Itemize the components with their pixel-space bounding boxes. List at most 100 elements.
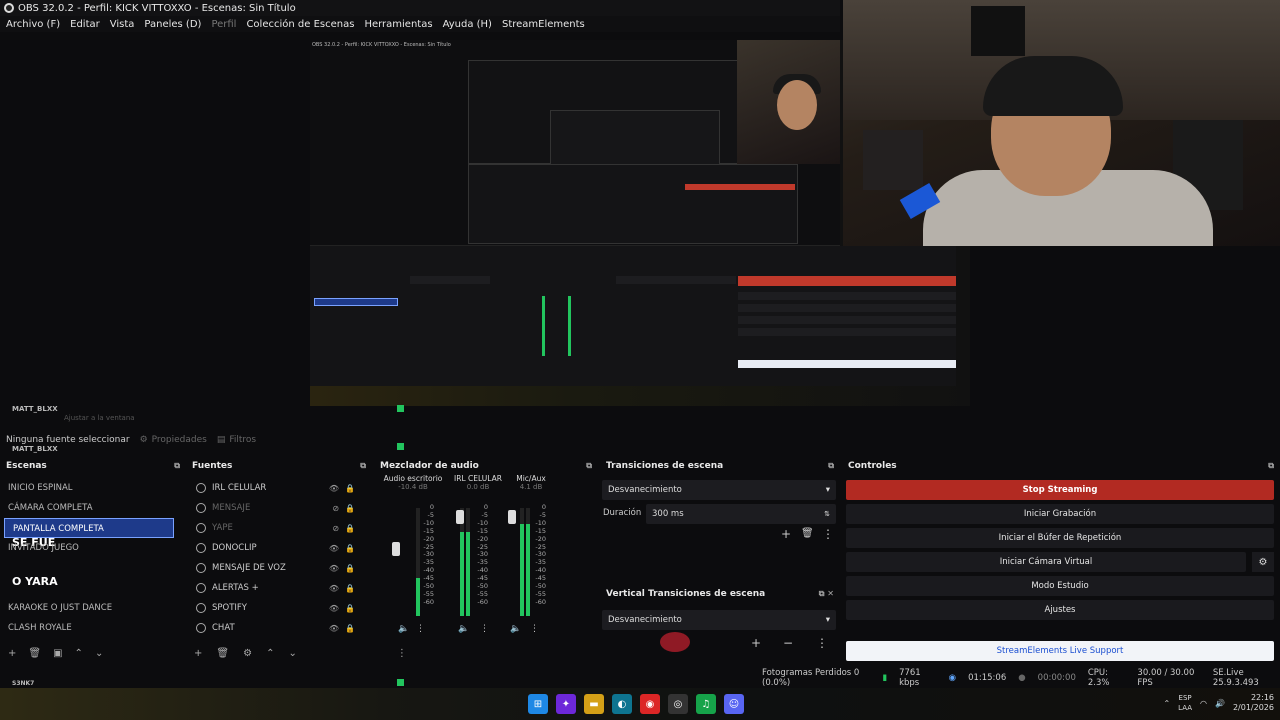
filters-button[interactable]: ▤ Filtros — [217, 435, 256, 445]
source-menu-icon[interactable]: ⋮ — [397, 648, 407, 659]
fader-irl[interactable] — [456, 510, 464, 524]
obs-icon[interactable]: ◎ — [668, 694, 688, 714]
remove-source-icon[interactable]: 🗑 — [216, 648, 229, 659]
remove-scene-icon[interactable]: 🗑 — [28, 648, 41, 659]
scene-up-icon[interactable]: ⌃ — [75, 648, 83, 659]
remove-transition-icon[interactable]: 🗑 — [801, 528, 814, 539]
fader-mic[interactable] — [508, 510, 516, 524]
live-support-button[interactable]: StreamElements Live Support — [846, 641, 1274, 661]
source-down-icon[interactable]: ⌄ — [288, 648, 296, 659]
add-vertical-transition-icon[interactable]: + — [751, 636, 761, 650]
menu-herramientas[interactable]: Herramientas — [364, 19, 432, 30]
speaker-icon[interactable]: 🔈 — [398, 624, 409, 634]
eye-icon[interactable]: 👁 — [329, 564, 339, 573]
copilot-icon[interactable]: ✦ — [556, 694, 576, 714]
menu-perfil[interactable]: Perfil — [211, 19, 236, 30]
mixer-undock-icon[interactable]: ⧉ — [586, 461, 592, 471]
add-source-icon[interactable]: + — [194, 648, 202, 659]
add-scene-icon[interactable]: + — [8, 648, 16, 659]
scene-item[interactable] — [0, 578, 180, 598]
replay-buffer-button[interactable]: Iniciar el Búfer de Repetición — [846, 528, 1274, 548]
transitions-undock-icon[interactable]: ⧉ — [828, 461, 834, 471]
source-up-icon[interactable]: ⌃ — [266, 648, 274, 659]
windows-start-icon[interactable]: ⊞ — [528, 694, 548, 714]
virtual-camera-button[interactable]: Iniciar Cámara Virtual — [846, 552, 1246, 572]
scene-item-selected[interactable]: PANTALLA COMPLETA — [4, 518, 174, 538]
duration-input[interactable]: 300 ms ⇅ — [646, 504, 836, 524]
source-item[interactable]: MENSAJE ⊘ 🔒 — [190, 498, 365, 518]
vertical-transition-menu-icon[interactable]: ⋮ — [816, 636, 828, 650]
stop-streaming-button[interactable]: Stop Streaming — [846, 480, 1274, 500]
chevron-up-icon[interactable]: ⌃ — [1163, 699, 1170, 708]
remove-vertical-transition-icon[interactable]: − — [783, 636, 793, 650]
scene-filters-icon[interactable]: ▣ — [53, 648, 62, 659]
scenes-undock-icon[interactable]: ⧉ — [174, 461, 180, 471]
source-item[interactable]: IRL CELULAR 👁 🔒 — [190, 478, 365, 498]
lock-icon[interactable]: 🔒 — [345, 504, 355, 513]
channel-menu-icon[interactable]: ⋮ — [480, 624, 489, 634]
channel-menu-icon[interactable]: ⋮ — [416, 624, 425, 634]
source-item[interactable]: ALERTAS + 👁 🔒 — [190, 578, 365, 598]
fader-desktop[interactable] — [392, 542, 400, 556]
lock-icon[interactable]: 🔒 — [345, 584, 355, 593]
spotify-icon[interactable]: ♫ — [696, 694, 716, 714]
vertical-transitions-close-icon[interactable]: ⧉ ✕ — [819, 589, 834, 599]
wifi-icon[interactable]: ◠ — [1200, 699, 1207, 708]
source-item[interactable]: CHAT 👁 🔒 — [190, 618, 365, 638]
lock-icon[interactable]: 🔒 — [345, 624, 355, 633]
eye-off-icon[interactable]: ⊘ — [332, 524, 339, 533]
studio-mode-button[interactable]: Modo Estudio — [846, 576, 1274, 596]
add-transition-icon[interactable]: + — [781, 527, 791, 541]
language-indicator[interactable]: ESP LAA — [1178, 693, 1192, 713]
lock-icon[interactable]: 🔒 — [345, 544, 355, 553]
chrome-icon[interactable]: ◉ — [640, 694, 660, 714]
source-item[interactable]: MENSAJE DE VOZ 👁 🔒 — [190, 558, 365, 578]
vertical-transition-select[interactable]: Desvanecimiento ▾ — [602, 610, 836, 630]
scene-item[interactable] — [0, 558, 180, 578]
scene-item[interactable]: KARAOKE O JUST DANCE — [0, 598, 180, 618]
volume-icon[interactable]: 🔊 — [1215, 699, 1225, 708]
controls-undock-icon[interactable]: ⧉ — [1268, 461, 1274, 471]
eye-icon[interactable]: 👁 — [329, 624, 339, 633]
eye-icon[interactable]: 👁 — [329, 484, 339, 493]
menu-vista[interactable]: Vista — [110, 19, 135, 30]
transition-select[interactable]: Desvanecimiento ▾ — [602, 480, 836, 500]
speaker-icon[interactable]: 🔈 — [458, 624, 469, 634]
properties-button[interactable]: ⚙ Propiedades — [140, 435, 207, 445]
speaker-icon[interactable]: 🔈 — [510, 624, 521, 634]
channel-menu-icon[interactable]: ⋮ — [530, 624, 539, 634]
lock-icon[interactable]: 🔒 — [345, 524, 355, 533]
edge-icon[interactable]: ◐ — [612, 694, 632, 714]
discord-icon[interactable]: ☺ — [724, 694, 744, 714]
menu-paneles[interactable]: Paneles (D) — [144, 19, 201, 30]
eye-icon[interactable]: 👁 — [329, 604, 339, 613]
clock[interactable]: 22:16 2/01/2026 — [1233, 693, 1274, 713]
menu-coleccion-escenas[interactable]: Colección de Escenas — [246, 19, 354, 30]
scene-item[interactable]: INICIO ESPINAL — [0, 478, 180, 498]
menu-ayuda[interactable]: Ayuda (H) — [443, 19, 492, 30]
scene-down-icon[interactable]: ⌄ — [95, 648, 103, 659]
virtual-camera-settings-icon[interactable]: ⚙ — [1252, 552, 1274, 572]
lock-icon[interactable]: 🔒 — [345, 484, 355, 493]
meter-fill — [520, 524, 524, 616]
settings-button[interactable]: Ajustes — [846, 600, 1274, 620]
start-recording-button[interactable]: Iniciar Grabación — [846, 504, 1274, 524]
source-item[interactable]: DONOCLIP 👁 🔒 — [190, 538, 365, 558]
lock-icon[interactable]: 🔒 — [345, 564, 355, 573]
sources-undock-icon[interactable]: ⧉ — [360, 461, 366, 471]
eye-off-icon[interactable]: ⊘ — [332, 504, 339, 513]
menu-editar[interactable]: Editar — [70, 19, 100, 30]
eye-icon[interactable]: 👁 — [329, 584, 339, 593]
scene-item[interactable]: CLASH ROYALE — [0, 618, 180, 638]
scene-item[interactable]: INVITADO JUEGO — [0, 538, 180, 558]
menu-streamelements[interactable]: StreamElements — [502, 19, 585, 30]
file-explorer-icon[interactable]: ▬ — [584, 694, 604, 714]
transition-menu-icon[interactable]: ⋮ — [822, 527, 834, 541]
source-settings-icon[interactable]: ⚙ — [243, 648, 252, 659]
source-item[interactable]: SPOTIFY 👁 🔒 — [190, 598, 365, 618]
menu-archivo[interactable]: Archivo (F) — [6, 19, 60, 30]
eye-icon[interactable]: 👁 — [329, 544, 339, 553]
scene-item[interactable]: CÁMARA COMPLETA — [0, 498, 180, 518]
source-item[interactable]: YAPE ⊘ 🔒 — [190, 518, 365, 538]
lock-icon[interactable]: 🔒 — [345, 604, 355, 613]
